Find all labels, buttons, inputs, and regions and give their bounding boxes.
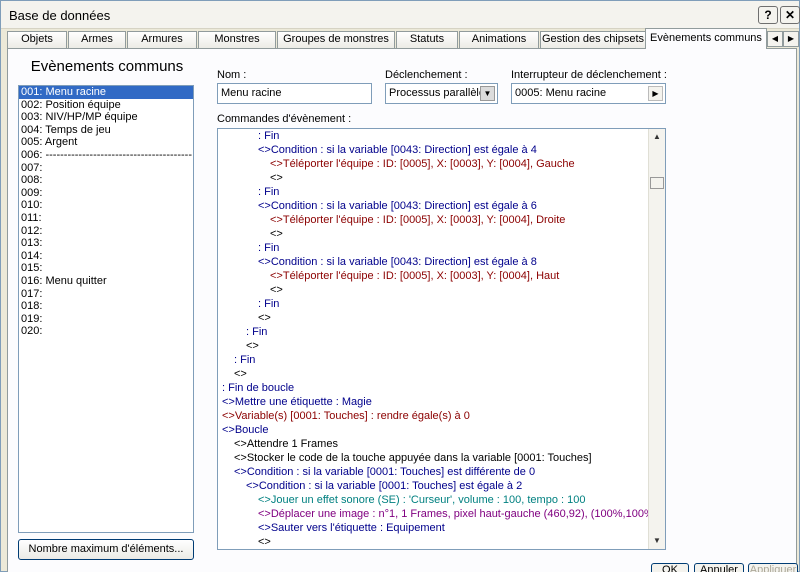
list-item[interactable]: 006: -----------------------------------… [19, 149, 193, 162]
list-item[interactable]: 004: Temps de jeu [19, 124, 193, 137]
command-line[interactable]: <>Condition : si la variable [0043: Dire… [258, 199, 537, 213]
chevron-down-icon[interactable]: ▼ [480, 86, 495, 101]
command-line[interactable]: : Fin [258, 241, 279, 255]
list-item[interactable]: 009: [19, 187, 193, 200]
name-label: Nom : [217, 69, 247, 81]
command-line[interactable]: <>Sauter vers l'étiquette : Equipement [258, 521, 445, 535]
list-item[interactable]: 014: [19, 250, 193, 263]
list-item[interactable]: 016: Menu quitter [19, 275, 193, 288]
command-line[interactable]: <> [270, 171, 283, 185]
switch-selector[interactable]: 0005: Menu racine ▶ [511, 83, 666, 104]
command-line[interactable]: <>Condition : si la variable [0001: Touc… [234, 465, 535, 479]
tab-objets[interactable]: Objets [7, 31, 67, 48]
trigger-label: Déclenchement : [385, 69, 468, 81]
common-events-heading: Evènements communs [30, 58, 184, 75]
command-line[interactable]: : Fin [246, 325, 267, 339]
list-item[interactable]: 001: Menu racine [19, 86, 193, 99]
command-line[interactable]: <>Téléporter l'équipe : ID: [0005], X: [… [270, 157, 575, 171]
tab-groupes-de-monstres[interactable]: Groupes de monstres [277, 31, 395, 48]
list-item[interactable]: 015: [19, 262, 193, 275]
command-line[interactable]: : Fin [258, 297, 279, 311]
tab-strip: Objets Armes Armures Monstres Groupes de… [7, 28, 799, 49]
tab-scroll-left-icon[interactable]: ◀ [767, 31, 783, 47]
command-line[interactable]: : Fin [258, 129, 279, 143]
trigger-select[interactable]: Processus parallèle ▼ [385, 83, 498, 104]
tab-armures[interactable]: Armures [127, 31, 197, 48]
apply-button[interactable]: Appliquer [748, 563, 798, 572]
command-line[interactable]: : Fin de boucle [222, 381, 294, 395]
list-item[interactable]: 008: [19, 174, 193, 187]
list-item[interactable]: 018: [19, 300, 193, 313]
command-line[interactable]: <> [258, 311, 271, 325]
list-item[interactable]: 013: [19, 237, 193, 250]
command-line[interactable]: <> [258, 535, 271, 549]
list-item[interactable]: 020: [19, 325, 193, 338]
command-line[interactable]: <>Mettre une étiquette : Magie [222, 395, 372, 409]
command-line[interactable]: : Fin [258, 185, 279, 199]
max-elements-button[interactable]: Nombre maximum d'éléments... [18, 539, 194, 560]
ok-button[interactable]: OK [651, 563, 689, 572]
list-item[interactable]: 019: [19, 313, 193, 326]
list-item[interactable]: 005: Argent [19, 136, 193, 149]
cancel-button[interactable]: Annuler [694, 563, 744, 572]
command-line[interactable]: <>Attendre 1 Frames [234, 437, 338, 451]
tab-statuts[interactable]: Statuts [396, 31, 458, 48]
title-bar: Base de données ? ✕ [1, 1, 800, 29]
command-line[interactable]: <> [270, 283, 283, 297]
command-line[interactable]: <>Téléporter l'équipe : ID: [0005], X: [… [270, 269, 559, 283]
command-line[interactable]: <>Stocker le code de la touche appuyée d… [234, 451, 592, 465]
command-line[interactable]: <> [234, 367, 247, 381]
commands-label: Commandes d'évènement : [217, 113, 352, 125]
list-item[interactable]: 007: [19, 162, 193, 175]
database-window: Base de données ? ✕ Objets Armes Armures… [0, 0, 800, 572]
trigger-value: Processus parallèle [389, 87, 485, 99]
command-line[interactable]: <>Variable(s) [0001: Touches] : rendre é… [222, 409, 470, 423]
list-item[interactable]: 010: [19, 199, 193, 212]
commands-scrollbar[interactable]: ▲ ▼ [648, 129, 665, 549]
name-field[interactable]: Menu racine [217, 83, 372, 104]
scroll-thumb[interactable] [650, 177, 664, 189]
list-item[interactable]: 002: Position équipe [19, 99, 193, 112]
command-line[interactable]: <>Téléporter l'équipe : ID: [0005], X: [… [270, 213, 565, 227]
window-title: Base de données [9, 8, 111, 23]
command-line[interactable]: <>Jouer un effet sonore (SE) : 'Curseur'… [258, 493, 585, 507]
scroll-down-icon[interactable]: ▼ [649, 533, 665, 549]
command-line[interactable]: <>Condition : si la variable [0043: Dire… [258, 143, 537, 157]
switch-label: Interrupteur de déclenchement : [511, 69, 667, 81]
command-line[interactable]: <> [246, 339, 259, 353]
tab-evenements-communs[interactable]: Evènements communs [645, 28, 767, 49]
chevron-right-icon[interactable]: ▶ [648, 86, 663, 101]
common-events-list[interactable]: 001: Menu racine 002: Position équipe 003:… [18, 85, 194, 533]
scroll-up-icon[interactable]: ▲ [649, 129, 665, 145]
list-item[interactable]: 011: [19, 212, 193, 225]
command-line[interactable]: <>Boucle [222, 423, 268, 437]
event-commands-list[interactable]: : Fin <>Condition : si la variable [0043:… [217, 128, 666, 550]
tab-scroll-right-icon[interactable]: ▶ [783, 31, 799, 47]
tab-gestion-des-chipsets[interactable]: Gestion des chipsets [540, 31, 646, 48]
tab-animations[interactable]: Animations [459, 31, 539, 48]
command-line[interactable]: <>Déplacer une image : n°1, 1 Frames, pi… [258, 507, 665, 521]
help-button[interactable]: ? [758, 6, 778, 24]
command-line[interactable]: <>Condition : si la variable [0001: Touc… [246, 479, 522, 493]
list-item[interactable]: 003: NIV/HP/MP équipe [19, 111, 193, 124]
list-item[interactable]: 017: [19, 288, 193, 301]
list-item[interactable]: 012: [19, 225, 193, 238]
tab-monstres[interactable]: Monstres [198, 31, 276, 48]
command-line[interactable]: <>Condition : si la variable [0043: Dire… [258, 255, 537, 269]
switch-value: 0005: Menu racine [515, 87, 607, 99]
close-button[interactable]: ✕ [780, 6, 800, 24]
command-line[interactable]: <> [270, 227, 283, 241]
command-line[interactable]: : Fin [234, 353, 255, 367]
tab-armes[interactable]: Armes [68, 31, 126, 48]
